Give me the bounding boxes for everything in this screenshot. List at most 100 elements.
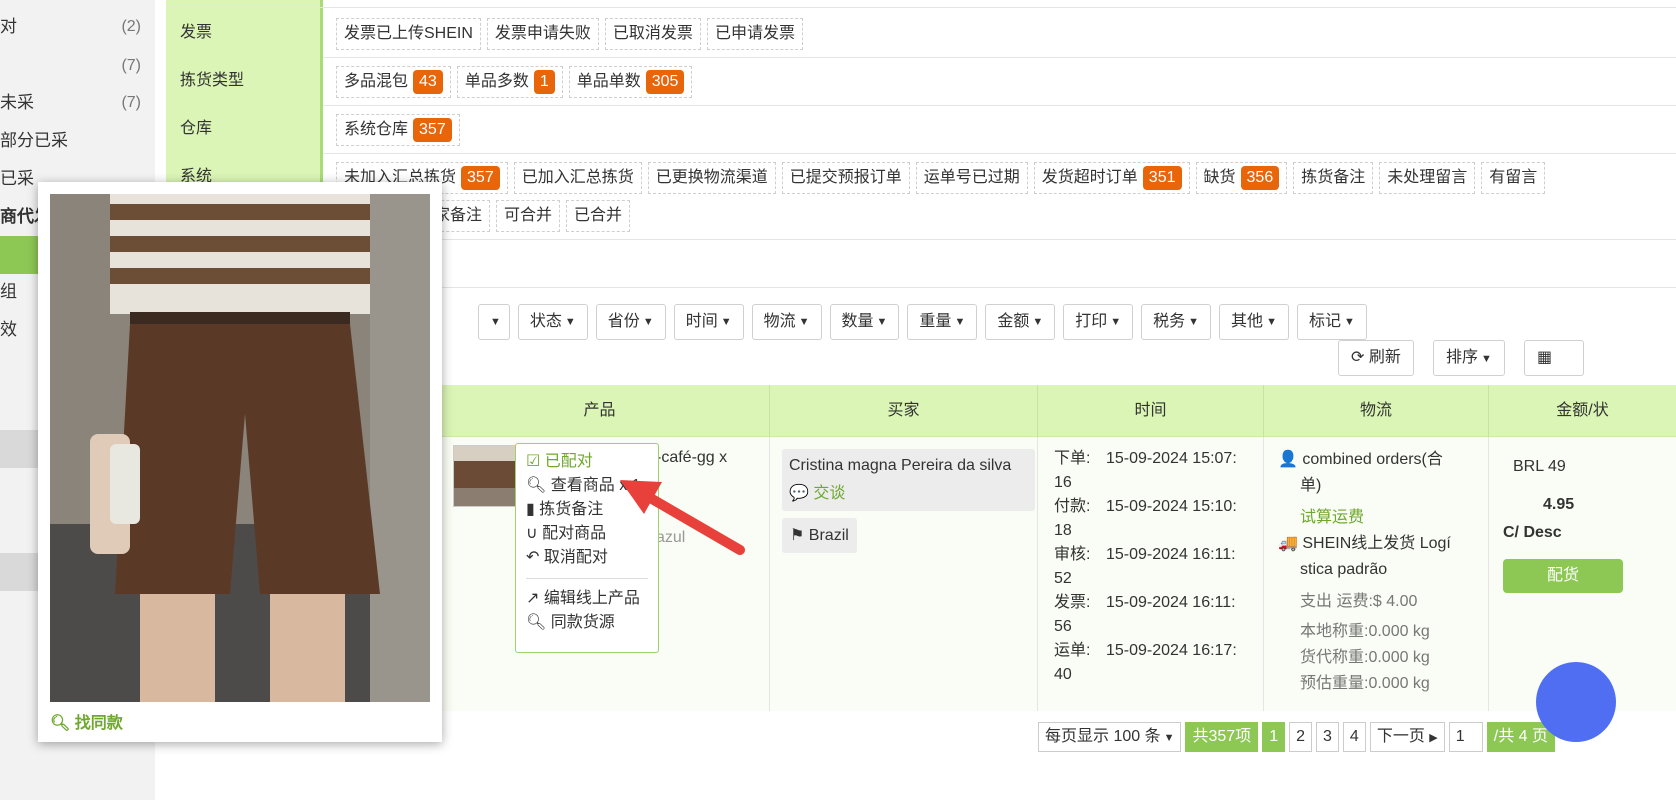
caret-down-icon: ▼ bbox=[564, 316, 576, 328]
truck-icon: 🚚 bbox=[1278, 535, 1298, 552]
dropdown-status[interactable]: 状态 ▼ bbox=[517, 304, 588, 340]
count-badge: 357 bbox=[413, 118, 452, 142]
filter-tag[interactable]: 多品混包 43 bbox=[336, 66, 451, 98]
chat-widget-button[interactable] bbox=[1536, 662, 1616, 742]
menu-divider bbox=[526, 578, 648, 579]
filter-label: 仓库 bbox=[166, 104, 323, 153]
table-header: 产品 买家 时间 物流 金额/状 bbox=[430, 385, 1676, 437]
search-icon: 🔍︎ bbox=[526, 477, 547, 494]
dropdown-tax[interactable]: 税务 ▼ bbox=[1141, 304, 1212, 340]
page-input[interactable]: 1 bbox=[1448, 722, 1483, 752]
filter-tag[interactable]: 有留言 bbox=[1481, 162, 1546, 194]
logistics-info: 👤 combined orders(合 单) 试算运费 🚚 SHEIN线上发货 … bbox=[1278, 447, 1478, 697]
column-header-amount: 金额/状 bbox=[1556, 402, 1609, 419]
buyer-info: Cristina magna Pereira da silva 💬 交谈 bbox=[782, 449, 1035, 511]
find-same-link[interactable]: 🔍︎ 找同款 bbox=[50, 709, 123, 733]
cell-buyer: Cristina magna Pereira da silva 💬 交谈 ⚑ B… bbox=[770, 437, 1038, 711]
page-1[interactable]: 1 bbox=[1262, 722, 1286, 752]
filter-tag[interactable]: 已合并 bbox=[566, 200, 631, 232]
next-page-button[interactable]: 下一页 ▶ bbox=[1369, 722, 1445, 752]
page-4[interactable]: 4 bbox=[1342, 722, 1366, 752]
filter-tag[interactable]: 单品多数 1 bbox=[456, 66, 563, 98]
count-badge: 356 bbox=[1240, 166, 1280, 190]
filter-tag[interactable]: 单品单数 305 bbox=[568, 66, 693, 98]
product-photo-illustration bbox=[50, 194, 430, 702]
filter-tag[interactable]: 已取消发票 bbox=[604, 18, 701, 50]
user-icon: 👤 bbox=[1278, 451, 1298, 468]
column-header-product: 产品 bbox=[430, 385, 770, 437]
caret-down-icon: ▼ bbox=[1266, 316, 1277, 328]
dropdown-other[interactable]: 其他 ▼ bbox=[1219, 304, 1289, 340]
filter-tag[interactable]: 运单号已过期 bbox=[915, 162, 1028, 194]
sidebar-item[interactable]: 部分已采 bbox=[0, 122, 155, 160]
dropdown-amount[interactable]: 金额 ▼ bbox=[985, 304, 1056, 340]
filter-tag[interactable]: 发票已上传SHEIN bbox=[336, 18, 481, 50]
filter-row-warehouse: 仓库 系统仓库 357 bbox=[166, 104, 1676, 154]
page-2[interactable]: 2 bbox=[1289, 722, 1312, 752]
dropdown-weight[interactable]: 重量 ▼ bbox=[907, 304, 978, 340]
filter-tag[interactable]: 系统仓库 357 bbox=[336, 114, 460, 146]
refresh-button[interactable]: ⟳ 刷新 bbox=[1338, 340, 1414, 376]
dropdown-time[interactable]: 时间 ▼ bbox=[673, 304, 744, 340]
dropdown-mark[interactable]: 标记 ▼ bbox=[1296, 304, 1367, 340]
caret-down-icon: ▼ bbox=[720, 316, 732, 328]
sidebar-item[interactable]: 未采 (7) bbox=[0, 84, 155, 122]
filter-tag[interactable]: 拣货备注 bbox=[1293, 162, 1374, 194]
filter-tag[interactable]: 可合并 bbox=[496, 200, 561, 232]
caret-down-icon: ▼ bbox=[642, 316, 654, 328]
product-thumbnail[interactable] bbox=[453, 445, 517, 507]
filter-tag[interactable]: 已加入汇总拣货 bbox=[513, 162, 642, 194]
caret-down-icon: ▼ bbox=[490, 316, 501, 328]
chat-link[interactable]: 💬 交谈 bbox=[789, 479, 1028, 509]
filter-tag[interactable]: 发货超时订单 351 bbox=[1033, 162, 1190, 194]
dropdown-province[interactable]: 省份 ▼ bbox=[595, 304, 666, 340]
dropdown-print[interactable]: 打印 ▼ bbox=[1063, 304, 1134, 340]
caret-right-icon: ▶ bbox=[1429, 732, 1438, 744]
dropdown-logistics[interactable]: 物流 ▼ bbox=[751, 304, 822, 340]
filter-tag[interactable]: 发票申请失败 bbox=[486, 18, 599, 50]
count-badge: 43 bbox=[413, 70, 443, 94]
allocate-button[interactable]: 配货 bbox=[1503, 559, 1623, 593]
sort-button[interactable]: 排序 ▼ bbox=[1433, 340, 1505, 376]
count-badge: 305 bbox=[645, 70, 685, 94]
buyer-name: Cristina magna Pereira da silva bbox=[789, 457, 1012, 474]
country-badge: ⚑ Brazil bbox=[782, 518, 857, 553]
caret-down-icon: ▼ bbox=[1110, 316, 1122, 328]
filter-tag[interactable]: 未处理留言 bbox=[1379, 162, 1476, 194]
dropdown-button[interactable]: ▼ bbox=[478, 304, 510, 340]
filter-tag[interactable]: 已提交预报订单 bbox=[781, 162, 910, 194]
menu-item-edit-online[interactable]: ↗ 编辑线上产品 bbox=[526, 587, 648, 611]
filter-label: 拣货类型 bbox=[166, 56, 323, 105]
magnet-icon: ∪ bbox=[526, 525, 538, 542]
trial-freight-link[interactable]: 试算运费 bbox=[1278, 505, 1478, 531]
time-list: 下单: 15-09-2024 15:07: 16 付款: 15-09-2024 15… bbox=[1054, 450, 1237, 683]
grid-view-button[interactable]: ▦ bbox=[1524, 340, 1584, 376]
chat-icon: 💬 bbox=[789, 485, 809, 502]
caret-down-icon: ▼ bbox=[1481, 353, 1492, 365]
filter-label: 发票 bbox=[166, 8, 323, 57]
caret-down-icon: ▼ bbox=[1188, 316, 1200, 328]
filter-tag[interactable]: 缺货 356 bbox=[1195, 162, 1288, 194]
search-icon: 🔍︎ bbox=[526, 614, 547, 631]
sidebar-item[interactable]: 对 (2) bbox=[0, 8, 155, 46]
undo-icon: ↶ bbox=[526, 549, 540, 566]
filter-row-picking: 拣货类型 多品混包 43 单品多数 1 单品单数 305 bbox=[166, 56, 1676, 106]
cell-time: 下单: 15-09-2024 15:07: 16 付款: 15-09-2024 15… bbox=[1038, 437, 1264, 711]
per-page-select[interactable]: 每页显示 100 条 ▼ bbox=[1038, 722, 1182, 752]
filter-tag[interactable]: 已更换物流渠道 bbox=[647, 162, 776, 194]
external-link-icon: ↗ bbox=[526, 590, 540, 607]
dropdown-quantity[interactable]: 数量 ▼ bbox=[829, 304, 900, 340]
filter-dropdown-bar: ▼ 状态 ▼ 省份 ▼ 时间 ▼ 物流 ▼ 数量 ▼ 重量 ▼ 金额 ▼ 打印 ▼ 税务 ▼ 其他… bbox=[478, 304, 1367, 340]
count-badge: 1 bbox=[533, 70, 555, 94]
caret-down-icon: ▼ bbox=[1163, 732, 1175, 744]
search-icon: 🔍︎ bbox=[50, 715, 71, 732]
product-name[interactable]: -café-gg x bbox=[656, 449, 727, 467]
menu-item-same-source[interactable]: 🔍︎ 同款货源 bbox=[526, 611, 648, 635]
page-3[interactable]: 3 bbox=[1316, 722, 1339, 752]
filter-row-invoice: 发票 发票已上传SHEIN 发票申请失败 已取消发票 已申请发票 bbox=[166, 8, 1676, 58]
caret-down-icon: ▼ bbox=[1343, 316, 1355, 328]
sidebar-item[interactable]: (7) bbox=[0, 47, 155, 85]
filter-tag[interactable]: 已申请发票 bbox=[706, 18, 803, 50]
column-header-buyer: 买家 bbox=[770, 385, 1038, 437]
pagination: 每页显示 100 条 ▼ 共357项 1 2 3 4 下一页 ▶ 1 /共 4 页 bbox=[1038, 722, 1555, 752]
